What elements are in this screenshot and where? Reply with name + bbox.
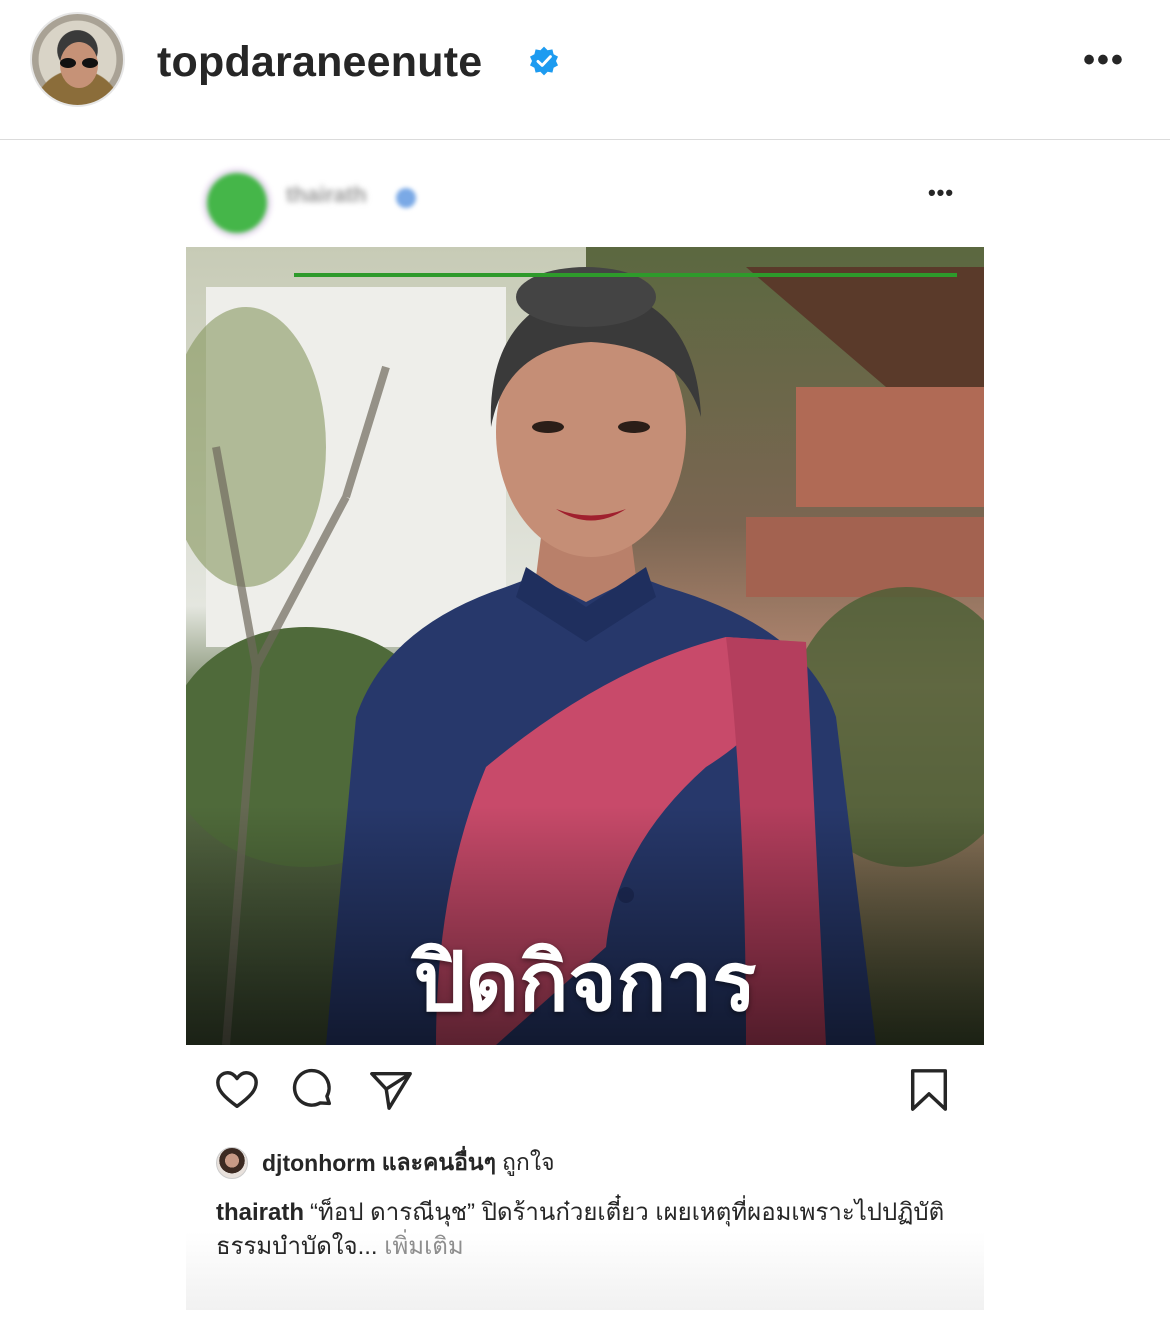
liker-username[interactable]: djtonhorm <box>262 1150 376 1177</box>
thairath-logo-icon <box>207 173 267 233</box>
post-header: topdaraneenute ••• <box>0 0 1170 140</box>
post-caption: thairath “ท็อป ดารณีนุช” ปิดร้านก๋วยเตี๋ย… <box>216 1196 966 1264</box>
inner-profile-username[interactable]: thairath <box>286 182 367 208</box>
likes-summary: djtonhorm และคนอื่นๆ ถูกใจ <box>216 1146 555 1180</box>
caption-text: “ท็อป ดารณีนุช” ปิดร้านก๋วยเตี๋ยว เผยเหต… <box>216 1199 945 1260</box>
bookmark-icon[interactable] <box>906 1067 952 1113</box>
inner-post-header: thairath ••• <box>186 152 984 247</box>
avatar-sunglasses <box>60 58 98 68</box>
inner-more-options-icon[interactable]: ••• <box>921 180 961 210</box>
inner-verified-badge-icon <box>396 188 416 208</box>
and-others-link[interactable]: และคนอื่นๆ <box>382 1145 496 1181</box>
liked-label: ถูกใจ <box>501 1149 555 1175</box>
send-icon[interactable] <box>368 1067 414 1113</box>
caption-more-link[interactable]: เพิ่มเติม <box>384 1233 463 1260</box>
image-overlay-text: ปิดกิจการ <box>413 935 757 1030</box>
verified-badge-icon <box>530 46 558 76</box>
more-options-icon[interactable]: ••• <box>1078 40 1130 80</box>
inner-profile-avatar[interactable] <box>202 168 272 238</box>
story-progress-line <box>294 273 957 277</box>
caption-username[interactable]: thairath <box>216 1199 304 1226</box>
post-actions-bar <box>186 1045 984 1150</box>
comment-icon[interactable] <box>290 1067 336 1113</box>
profile-username[interactable]: topdaraneenute <box>157 38 482 87</box>
post-photo[interactable]: ปิดกิจการ <box>186 247 984 1045</box>
shared-post-screenshot: thairath ••• ปิดกิจการ djtonhorm และคนอื… <box>186 152 984 1310</box>
liker-avatar[interactable] <box>216 1147 248 1179</box>
profile-avatar[interactable] <box>30 12 125 107</box>
heart-icon[interactable] <box>214 1067 260 1113</box>
